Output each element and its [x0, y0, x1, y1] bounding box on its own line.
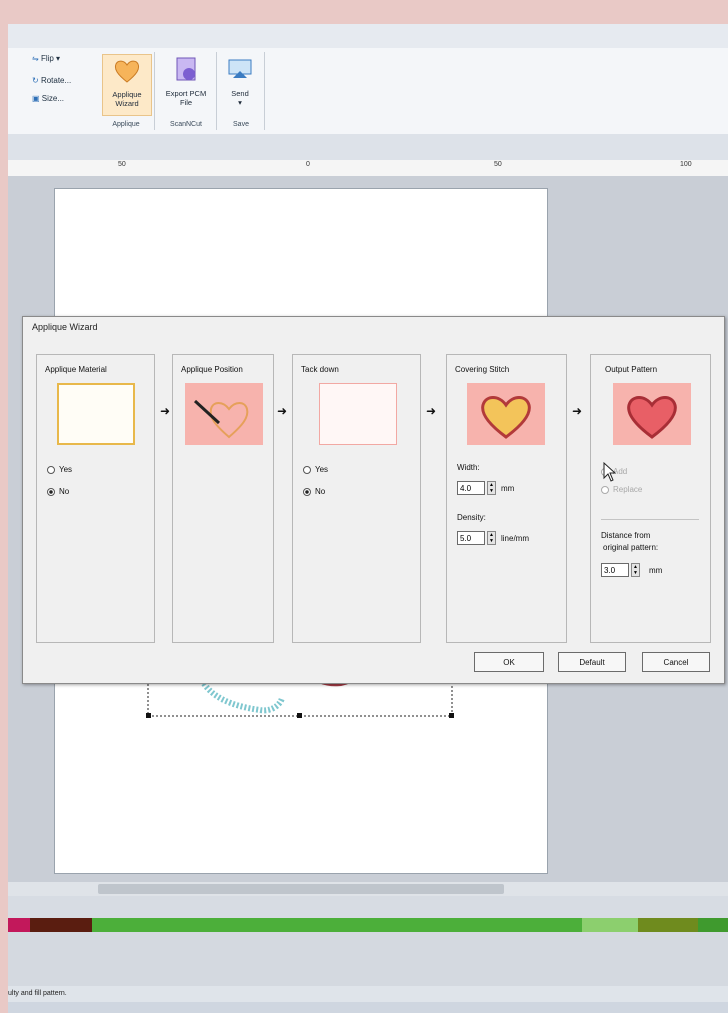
toolbar-strip — [8, 134, 728, 160]
status-text: ulty and fill pattern. — [8, 990, 67, 997]
export-pcm-button[interactable]: Export PCM File — [162, 54, 210, 114]
size-icon: ▣ — [32, 94, 42, 103]
width-label: Width: — [457, 463, 480, 472]
density-unit: line/mm — [501, 534, 530, 543]
covering-preview — [467, 383, 545, 445]
distance-unit: mm — [649, 566, 663, 575]
heart-icon — [627, 396, 677, 439]
position-preview — [185, 383, 263, 445]
density-stepper[interactable]: ▲ ▼ — [487, 531, 496, 545]
radio-icon — [303, 465, 311, 474]
arrow-right-icon: ➜ — [426, 404, 437, 418]
distance-input[interactable]: 3.0 — [601, 563, 629, 577]
material-preview — [57, 383, 135, 445]
width-input[interactable]: 4.0 — [457, 481, 485, 495]
density-label: Density: — [457, 513, 486, 522]
flip-button[interactable]: ⇋ Flip ▾ — [32, 54, 60, 63]
send-button[interactable]: Send ▾ — [218, 54, 262, 114]
panel-applique-position: Applique Position — [172, 354, 274, 643]
ok-button[interactable]: OK — [474, 652, 544, 672]
tackdown-no-radio[interactable]: No — [303, 487, 325, 496]
width-stepper[interactable]: ▲ ▼ — [487, 481, 496, 495]
dialog-title: Applique Wizard — [32, 322, 98, 332]
material-yes-radio[interactable]: Yes — [47, 465, 72, 474]
ribbon-group-applique: Applique Wizard Applique — [98, 52, 155, 130]
lower-panel — [8, 932, 728, 986]
material-no-radio[interactable]: No — [47, 487, 69, 496]
arrow-right-icon: ➜ — [572, 404, 583, 418]
distance-stepper[interactable]: ▲ ▼ — [631, 563, 640, 577]
divider — [601, 519, 699, 520]
panel-tack-down: Tack down Yes No — [292, 354, 421, 643]
radio-selected-icon — [303, 487, 311, 496]
density-input[interactable]: 5.0 — [457, 531, 485, 545]
ribbon-group-scanncut: Export PCM File ScanNCut — [156, 52, 217, 130]
status-bar: ulty and fill pattern. — [8, 986, 728, 1002]
width-unit: mm — [501, 484, 515, 493]
ribbon: ⇋ Flip ▾ ↻ Rotate... ▣ Size... Applique … — [8, 48, 728, 135]
heart-icon — [114, 60, 140, 83]
radio-icon — [47, 465, 55, 474]
cancel-button[interactable]: Cancel — [642, 652, 710, 672]
thread-color-bar[interactable] — [8, 918, 728, 932]
panel-covering-stitch: Covering Stitch Width: 4.0 ▲ ▼ mm Density… — [446, 354, 567, 643]
horizontal-ruler: 50 0 50 100 — [8, 160, 728, 177]
arrow-right-icon: ➜ — [160, 404, 171, 418]
arrow-right-icon: ➜ — [277, 404, 288, 418]
scrollbar-thumb[interactable] — [98, 884, 504, 894]
ribbon-group-save: Send ▾ Save — [218, 52, 265, 130]
rotate-icon: ↻ — [32, 76, 41, 85]
tackdown-yes-radio[interactable]: Yes — [303, 465, 328, 474]
applique-wizard-button[interactable]: Applique Wizard — [102, 54, 152, 116]
heart-icon — [481, 396, 531, 439]
panel-output-pattern: Output Pattern Add Replace Distance from… — [590, 354, 711, 643]
title-bar — [8, 24, 728, 48]
export-file-icon — [176, 57, 196, 81]
send-icon — [228, 59, 252, 78]
panel-applique-material: Applique Material Yes No — [36, 354, 155, 643]
distance-label-2: original pattern: — [603, 543, 659, 552]
mouse-cursor-icon — [603, 462, 617, 482]
radio-selected-icon — [47, 487, 55, 496]
size-button[interactable]: ▣ Size... — [32, 94, 64, 103]
distance-label: Distance from — [601, 531, 651, 540]
radio-icon — [601, 485, 609, 494]
output-preview — [613, 383, 691, 445]
heart-needle-icon — [193, 399, 249, 439]
default-button[interactable]: Default — [558, 652, 626, 672]
tackdown-preview — [319, 383, 397, 445]
output-replace-radio[interactable]: Replace — [601, 485, 642, 494]
flip-icon: ⇋ — [32, 54, 41, 63]
taskbar — [8, 1002, 728, 1013]
rotate-button[interactable]: ↻ Rotate... — [32, 76, 71, 85]
